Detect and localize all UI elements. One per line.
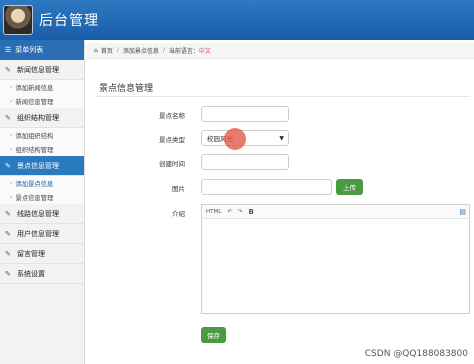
chevron-down-icon: ▼ [279, 135, 284, 142]
edit-icon: ✎ [5, 161, 11, 170]
top-header: 后台管理 [0, 0, 474, 40]
intro-label: 介绍 [172, 210, 185, 218]
edit-icon: ✎ [5, 113, 11, 122]
sidebar-item-add-scenic[interactable]: › 添加景点信息 [0, 176, 84, 190]
editor-toolbar: HTML ↶ ↷ B ▤ [202, 205, 469, 219]
sidebar-heading: ☰ 菜单列表 [0, 40, 84, 60]
avatar [3, 5, 33, 35]
time-label: 创建时间 [159, 160, 185, 168]
sidebar-group-org[interactable]: ✎ 组织结构管理 [0, 108, 84, 128]
sidebar-group-routes[interactable]: ✎ 线路信息管理 [0, 204, 84, 224]
upload-button[interactable]: 上传 [336, 179, 363, 195]
name-input[interactable] [201, 106, 289, 122]
edit-icon: ✎ [5, 249, 11, 258]
name-label: 景点名称 [159, 112, 185, 120]
sidebar: ☰ 菜单列表 ✎ 新闻信息管理 › 添加新闻信息 › 新闻信息管理 ✎ 组织结构管理… [0, 40, 85, 364]
time-input[interactable] [201, 154, 289, 170]
rich-text-editor[interactable]: HTML ↶ ↷ B ▤ [201, 204, 470, 314]
list-icon: ☰ [5, 46, 12, 54]
language-label: 当前语言： [168, 48, 199, 55]
image-path-input[interactable] [201, 179, 332, 195]
watermark: CSDN @QQ188083800 [364, 349, 468, 359]
breadcrumb-home[interactable]: 首页 [101, 46, 113, 55]
page-title: 景点信息管理 [99, 84, 154, 94]
sidebar-group-scenic[interactable]: ✎ 景点信息管理 [0, 156, 84, 176]
bold-button[interactable]: B [249, 208, 254, 216]
image-label: 图片 [172, 185, 185, 193]
click-indicator [224, 128, 246, 150]
sidebar-group-news[interactable]: ✎ 新闻信息管理 [0, 60, 84, 80]
sidebar-group-settings[interactable]: ✎ 系统设置 [0, 264, 84, 284]
sidebar-group-users[interactable]: ✎ 用户信息管理 [0, 224, 84, 244]
language-value[interactable]: 中文 [199, 46, 211, 55]
home-icon: ⌂ [94, 47, 98, 54]
fullscreen-icon[interactable]: ▤ [459, 208, 466, 216]
breadcrumb-parent[interactable]: 添加景点信息 [123, 46, 159, 55]
sidebar-item-add-news[interactable]: › 添加新闻信息 [0, 80, 84, 94]
type-label: 景点类型 [159, 136, 185, 144]
html-source-button[interactable]: HTML [206, 209, 221, 215]
edit-icon: ✎ [5, 65, 11, 74]
edit-icon: ✎ [5, 209, 11, 218]
sidebar-item-manage-scenic[interactable]: › 景点信息管理 [0, 190, 84, 204]
sidebar-item-manage-news[interactable]: › 新闻信息管理 [0, 94, 84, 108]
sidebar-group-messages[interactable]: ✎ 留言管理 [0, 244, 84, 264]
save-button[interactable]: 保存 [201, 327, 226, 343]
divider [96, 96, 470, 97]
sidebar-item-manage-org[interactable]: › 组织结构管理 [0, 142, 84, 156]
breadcrumb: ⌂ 首页 / 添加景点信息 / 当前语言： 中文 [86, 43, 474, 59]
edit-icon: ✎ [5, 269, 11, 278]
redo-icon[interactable]: ↷ [238, 209, 243, 215]
app-title: 后台管理 [39, 13, 99, 29]
edit-icon: ✎ [5, 229, 11, 238]
sidebar-item-add-org[interactable]: › 添加组织结构 [0, 128, 84, 142]
undo-icon[interactable]: ↶ [227, 209, 232, 215]
